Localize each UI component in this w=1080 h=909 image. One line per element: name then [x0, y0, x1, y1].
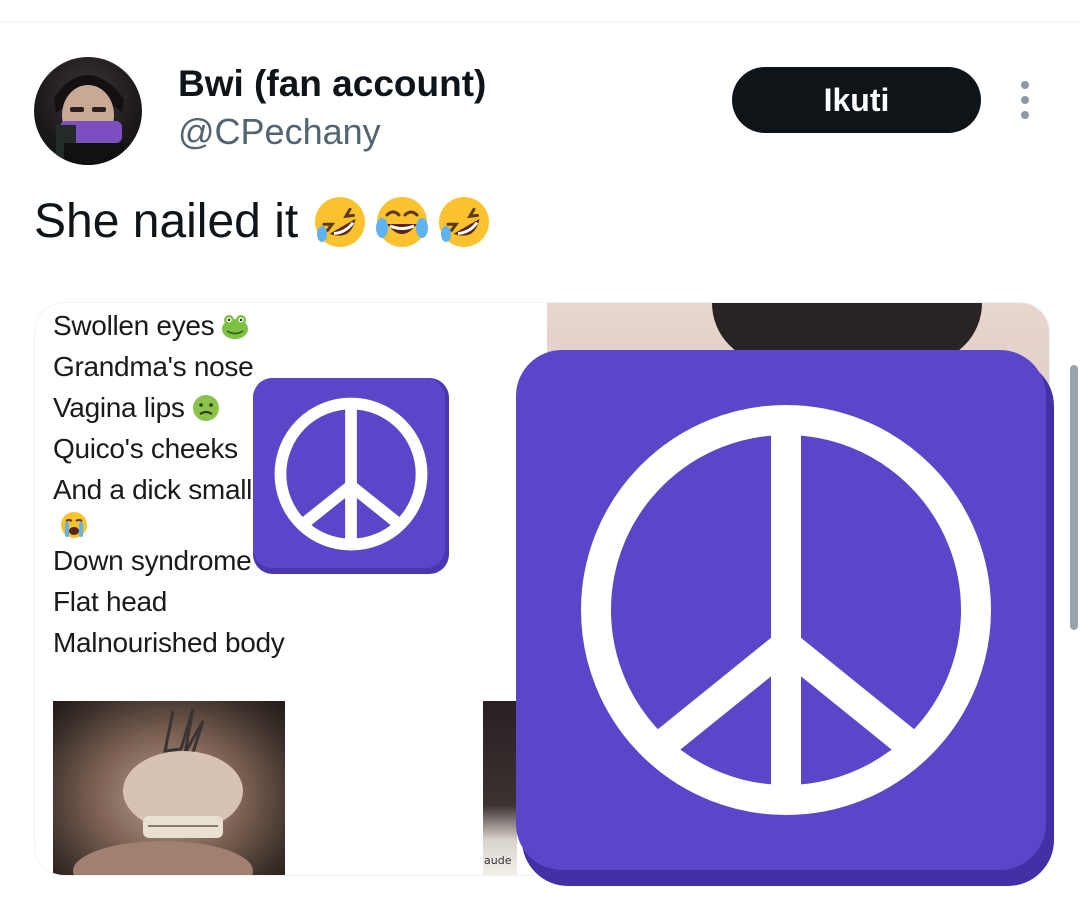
face-with-tears-of-joy-icon: [376, 197, 429, 247]
rolling-on-floor-laughing-icon: [439, 197, 490, 247]
user-handle[interactable]: @CPechany: [178, 110, 381, 154]
nauseated-face-icon: [192, 394, 219, 421]
thumbnail-label: aude: [484, 854, 512, 867]
more-dot-icon: [1021, 81, 1029, 89]
caption-line: Swollen eyes: [53, 305, 533, 346]
loudly-crying-face-icon: [61, 512, 87, 538]
display-name[interactable]: Bwi (fan account): [178, 62, 486, 106]
follow-button[interactable]: Ikuti: [732, 67, 981, 133]
thumbnail-image: [483, 701, 517, 875]
tweet-text: She nailed it: [34, 192, 492, 252]
rolling-on-floor-laughing-icon: [315, 197, 366, 247]
avatar[interactable]: [34, 57, 142, 165]
caption-line: Flat head: [53, 586, 168, 617]
top-divider: [0, 21, 1080, 22]
peace-sign-icon: [253, 378, 449, 574]
more-dot-icon: [1021, 111, 1029, 119]
more-options-button[interactable]: [1005, 78, 1045, 122]
more-dot-icon: [1021, 96, 1029, 104]
frog-icon: [222, 314, 249, 339]
scrollbar[interactable]: [1070, 365, 1078, 630]
tweet-text-content: She nailed it: [34, 195, 299, 248]
tweet-emoji-row: [312, 194, 492, 250]
caption-line: Malnourished body: [53, 627, 285, 658]
thumbnail-image: [53, 701, 285, 875]
peace-sign-icon: [516, 350, 1054, 886]
